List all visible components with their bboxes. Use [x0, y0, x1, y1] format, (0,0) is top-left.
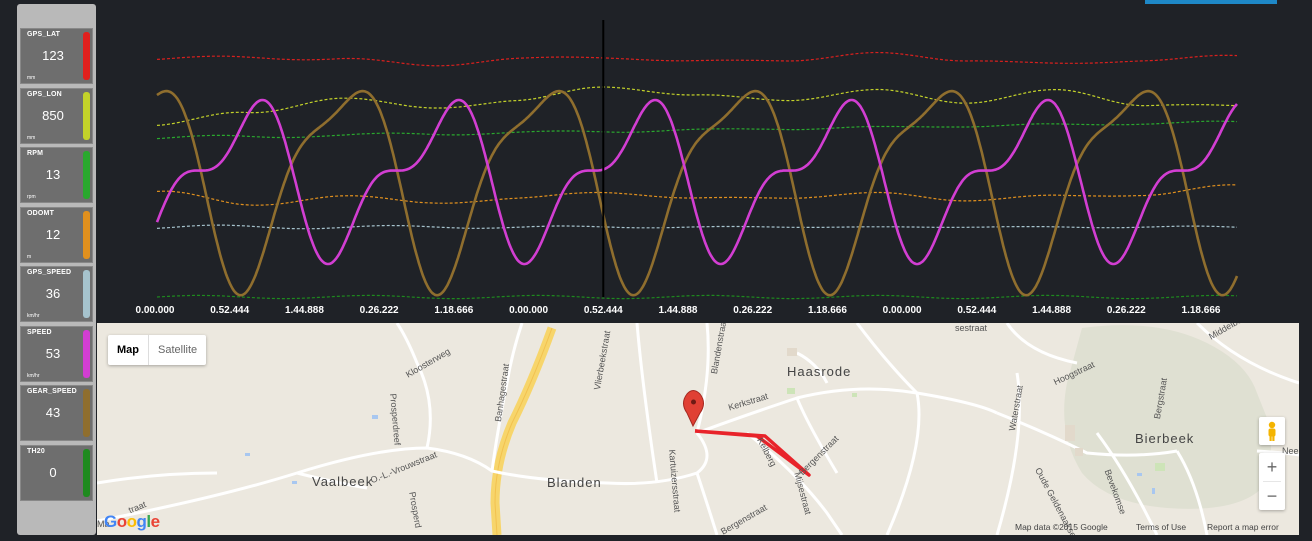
street-view-pegman-button[interactable]: [1259, 417, 1285, 445]
sensor-name: TH20: [27, 447, 45, 455]
x-tick-label: 0.26.222: [1106, 305, 1146, 316]
sensor-card-speed[interactable]: SPEED 53 km/hr: [20, 325, 93, 382]
sensor-name: GPS_SPEED: [27, 269, 72, 276]
sensor-name: ODOMT: [27, 209, 55, 217]
report-map-error-link[interactable]: Report a map error: [1207, 522, 1279, 532]
sensor-color-bar: [83, 151, 90, 199]
sensor-card-rpm[interactable]: RPM 13 rpm: [20, 147, 93, 203]
logo-letter: o: [126, 512, 137, 531]
series-line-rpm: [156, 120, 1238, 140]
logo-letter: g: [136, 512, 147, 531]
sensor-value: 13: [45, 167, 61, 182]
sensor-color-bar: [83, 91, 90, 140]
logo-letter: o: [116, 512, 127, 531]
logo-letter: e: [150, 512, 160, 531]
google-logo[interactable]: Google: [104, 512, 160, 532]
sensor-card-odomt[interactable]: ODOMT 12 m: [20, 206, 93, 263]
map-type-satellite-button[interactable]: Satellite: [148, 335, 206, 365]
sensor-value: 12: [45, 226, 61, 242]
place-label-haasrode: Haasrode: [787, 364, 852, 379]
sensor-name: RPM: [27, 150, 44, 157]
sensor-card-gps_lat[interactable]: GPS_LAT 123 mm: [20, 28, 93, 84]
sensor-unit: m: [27, 253, 32, 260]
sensor-value: 850: [42, 107, 64, 123]
sensor-card-gps_speed[interactable]: GPS_SPEED 36 km/hr: [20, 266, 93, 322]
sensor-color-bar: [83, 32, 90, 80]
sensor-unit: km/hr: [27, 372, 40, 379]
series-line-gps_speed: [156, 224, 1238, 230]
place-label-vaalbeek: Vaalbeek: [312, 474, 374, 489]
x-tick-label: 1.18.666: [1181, 305, 1221, 316]
sensor-card-gps_lon[interactable]: GPS_LON 850 mm: [20, 87, 93, 144]
x-tick-label: 1.44.888: [284, 305, 324, 316]
sensor-unit: km/hr: [27, 313, 40, 319]
x-tick-label: 0.00.000: [135, 305, 175, 316]
map-panel[interactable]: Map Satellite Haasrode Vaalbeek Blanden …: [97, 323, 1299, 535]
street-label: sestraat: [955, 323, 988, 333]
sensor-name: SPEED: [27, 328, 52, 336]
place-label-bierbeek: Bierbeek: [1135, 431, 1195, 446]
sensor-value: 43: [45, 405, 61, 420]
sensor-unit: mm: [27, 134, 36, 141]
series-line-gps_lon: [156, 86, 1238, 126]
sensor-value: 123: [42, 48, 64, 63]
x-tick-label: 0.52.444: [210, 305, 250, 316]
map-type-map-button[interactable]: Map: [108, 335, 148, 365]
sensor-unit: mm: [27, 75, 36, 81]
sensor-color-bar: [83, 210, 90, 259]
x-tick-label: 0.26.222: [733, 305, 773, 316]
terms-of-use-link[interactable]: Terms of Use: [1136, 522, 1186, 532]
x-tick-label: 1.18.666: [807, 305, 847, 316]
sensor-sidebar: GPS_LAT 123 mm GPS_LON 850 mm RPM 13 rpm ODOMT 12 m…: [17, 4, 96, 535]
x-tick-label: 0.52.444: [957, 305, 997, 316]
sensor-value: 53: [45, 345, 61, 361]
series-line-th20: [156, 294, 1238, 300]
x-tick-label: 0.00.000: [509, 305, 549, 316]
telemetry-chart: 0.00.000 0.52.444 1.44.888 0.26.222 1.18.666…: [97, 0, 1312, 322]
sensor-value: 0: [49, 464, 57, 480]
zoom-out-button[interactable]: −: [1259, 482, 1285, 510]
logo-letter: G: [104, 512, 117, 531]
x-tick-label: 0.26.222: [359, 305, 399, 316]
map-data-attribution: Map data ©2015 Google: [1015, 522, 1108, 532]
sensor-card-th20[interactable]: TH20 0: [20, 444, 93, 501]
pegman-icon: [1268, 421, 1276, 441]
sensor-value: 36: [45, 286, 61, 301]
chart-canvas: [155, 20, 1239, 300]
place-label-blanden: Blanden: [547, 475, 602, 490]
series-line-gear-speed: [156, 89, 1239, 297]
x-tick-label: 0.00.000: [882, 305, 922, 316]
sensor-color-bar: [83, 329, 90, 378]
sensor-color-bar: [83, 389, 90, 437]
map-type-control: Map Satellite: [108, 335, 207, 365]
zoom-control: + −: [1259, 453, 1285, 510]
sensor-color-bar: [83, 448, 90, 497]
sensor-unit: rpm: [27, 194, 36, 200]
sensor-color-bar: [83, 270, 90, 318]
x-tick-label: 1.44.888: [658, 305, 698, 316]
x-tick-label: 1.44.888: [1032, 305, 1072, 316]
series-line-speed: [155, 98, 1238, 266]
zoom-in-button[interactable]: +: [1259, 453, 1285, 481]
x-tick-label: 1.18.666: [434, 305, 474, 316]
x-tick-label: 0.52.444: [583, 305, 623, 316]
sensor-name: GPS_LAT: [27, 31, 61, 38]
sensor-card-gear_speed[interactable]: GEAR_SPEED 43: [20, 385, 93, 441]
series-line-gps_lat: [156, 51, 1238, 67]
sensor-name: GPS_LON: [27, 90, 62, 98]
series-line-odomt: [156, 184, 1238, 206]
sensor-name: GEAR_SPEED: [27, 388, 77, 395]
